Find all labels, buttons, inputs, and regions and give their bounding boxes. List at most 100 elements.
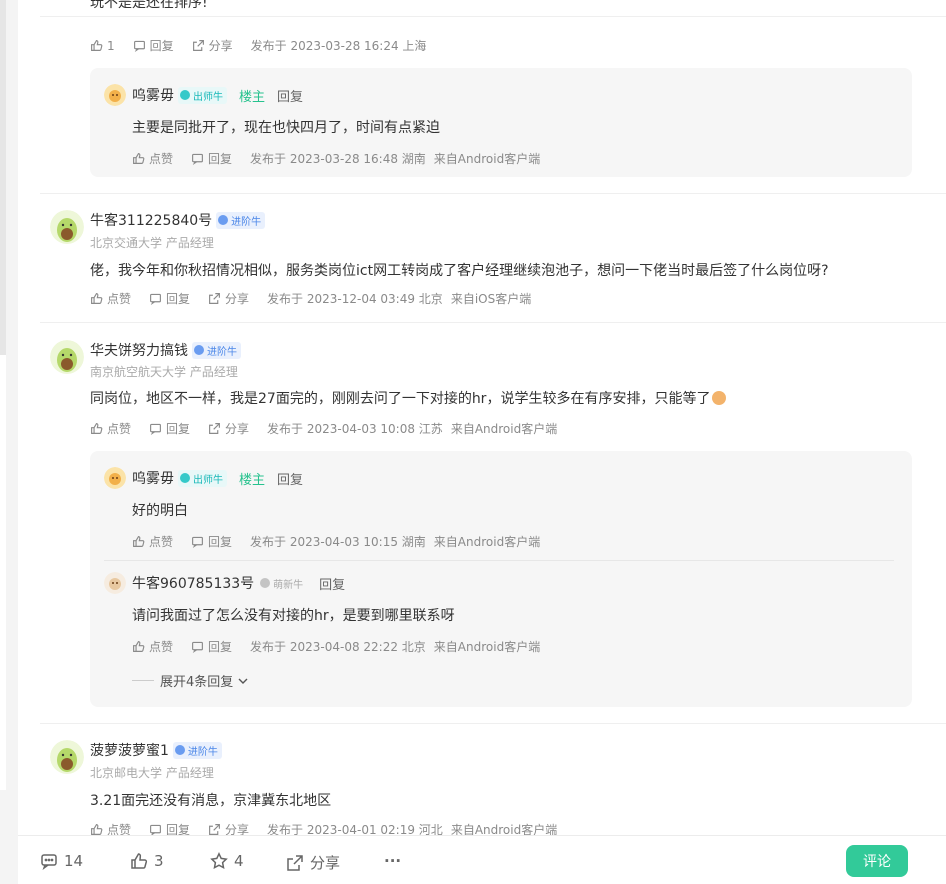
username[interactable]: 华夫饼努力搞钱: [90, 340, 188, 360]
reply-label: 回复: [208, 152, 233, 166]
like-label: 点赞: [107, 422, 132, 436]
comment-icon: [192, 153, 203, 165]
username[interactable]: 牛客311225840号: [90, 210, 212, 230]
like-post-button[interactable]: 3: [130, 852, 164, 870]
level-badge: 进阶牛: [172, 741, 222, 759]
badge-icon: [180, 90, 190, 100]
avatar[interactable]: [104, 572, 126, 594]
comment-text: 佬，我今年和你秋招情况相似，服务类岗位ict网工转岗成了客户经理继续泡池子，想问…: [90, 263, 829, 279]
share-icon: [209, 423, 220, 434]
share-icon: [287, 854, 303, 871]
reply-text: 请问我面过了怎么没有对接的hr，是要到哪里联系呀: [132, 608, 455, 624]
post-meta: 发布于 2023-03-28 16:24 上海: [250, 39, 427, 53]
badge-icon: [260, 578, 271, 588]
like-label: 点赞: [149, 640, 174, 654]
divider: [40, 322, 946, 323]
expand-replies-button[interactable]: 展开4条回复: [132, 671, 249, 690]
more-button[interactable]: ···: [384, 852, 401, 870]
like-button[interactable]: 点赞: [90, 420, 131, 437]
like-button[interactable]: 点赞: [132, 533, 173, 550]
school-info: 北京邮电大学 产品经理: [90, 766, 214, 780]
comment-icon: [41, 854, 57, 870]
level-badge: 进阶牛: [216, 211, 266, 229]
comment-panel: 玩不是是还在排序! 1 回复 分享 发布于 2023-03-28 16:24 上…: [18, 0, 946, 884]
like-button[interactable]: 点赞: [132, 150, 173, 167]
comment-icon: [150, 423, 161, 435]
comment-actions: 点赞 回复 分享 发布于 2023-04-03 10:08 江苏 来自Andro…: [90, 420, 565, 437]
comment-text: 3.21面完还没有消息，京津冀东北地区: [90, 793, 332, 809]
badge-icon: [174, 745, 185, 755]
avatar[interactable]: [104, 467, 126, 489]
client-info: 来自Android客户端: [450, 422, 558, 436]
share-button[interactable]: 分享: [208, 290, 249, 307]
share-label: 分享: [208, 39, 233, 53]
comment-text: 同岗位，地区不一样，我是27面完的，刚刚去问了一下对接的hr，说学生较多在有序安…: [90, 388, 920, 408]
favorite-button[interactable]: 4: [210, 852, 244, 870]
client-info: 来自Android客户端: [433, 152, 541, 166]
thumb-up-icon: [91, 40, 103, 51]
share-label: 分享: [310, 854, 341, 872]
reply-button[interactable]: 回复: [191, 533, 232, 550]
badge-label: 萌新牛: [273, 579, 304, 591]
share-label: 分享: [225, 422, 250, 436]
comment-header: 菠萝菠萝蜜1 进阶牛: [90, 740, 222, 760]
like-button[interactable]: 点赞: [132, 638, 173, 655]
reply-link[interactable]: 回复: [277, 86, 303, 105]
username[interactable]: 呜雾毋: [132, 85, 174, 105]
badge-label: 出师牛: [193, 91, 223, 103]
reply-actions: 点赞 回复 发布于 2023-04-03 10:15 湖南 来自Android客…: [132, 533, 548, 550]
like-count: 1: [107, 38, 115, 53]
thumb-up-icon: [133, 641, 145, 652]
expand-line: [132, 680, 154, 681]
share-label: 分享: [225, 292, 250, 306]
reply-button[interactable]: 回复: [149, 290, 190, 307]
post-meta: 发布于 2023-03-28 16:48 湖南: [250, 152, 426, 166]
avatar[interactable]: [50, 210, 84, 244]
badge-icon: [180, 473, 190, 483]
expand-label: 展开4条回复: [160, 675, 234, 690]
op-tag: 楼主: [239, 472, 266, 488]
like-button[interactable]: 1: [90, 39, 115, 53]
username[interactable]: 牛客960785133号: [132, 573, 254, 593]
left-edge-shadow: [0, 0, 6, 355]
like-button[interactable]: 点赞: [90, 290, 131, 307]
bottom-action-bar: 14 3 4 分享 ··· 评论: [18, 835, 946, 884]
reply-button[interactable]: 回复: [191, 150, 232, 167]
thumb-up-icon: [91, 423, 103, 434]
thumb-up-icon: [131, 853, 148, 869]
username[interactable]: 呜雾毋: [132, 468, 174, 488]
comment-header: 华夫饼努力搞钱 进阶牛: [90, 340, 241, 360]
school-info: 北京交通大学 产品经理: [90, 236, 214, 250]
comment-item: [50, 340, 84, 378]
avatar[interactable]: [50, 340, 84, 374]
thumb-up-icon: [133, 153, 145, 164]
reply-button[interactable]: 回复: [149, 420, 190, 437]
reply-link[interactable]: 回复: [319, 574, 345, 593]
comment-actions: 1 回复 分享 发布于 2023-03-28 16:24 上海: [90, 37, 434, 54]
comment-item: [50, 210, 84, 248]
reply-item: 呜雾毋 出师牛 楼主 回复 主要是同批开了，现在也快四月了，时间有点紧迫 点赞 …: [104, 84, 898, 166]
share-post-button[interactable]: 分享: [286, 852, 340, 873]
reply-link[interactable]: 回复: [277, 469, 303, 488]
avatar[interactable]: [104, 84, 126, 106]
share-button[interactable]: 分享: [208, 420, 249, 437]
comments-count-button[interactable]: 14: [40, 852, 83, 870]
comment-actions: 点赞 回复 分享 发布于 2023-12-04 03:49 北京 来自iOS客户…: [90, 290, 539, 307]
share-button[interactable]: 分享: [192, 37, 233, 54]
client-info: 来自Android客户端: [433, 640, 541, 654]
comments-count: 14: [64, 852, 84, 870]
likes-count: 3: [154, 852, 164, 870]
post-meta: 发布于 2023-04-03 10:08 江苏: [267, 422, 443, 436]
reply-actions: 点赞 回复 发布于 2023-03-28 16:48 湖南 来自Android客…: [132, 150, 548, 167]
school-info: 南京航空航天大学 产品经理: [90, 365, 238, 379]
divider: [40, 193, 946, 194]
divider: [40, 16, 946, 17]
reply-button[interactable]: 回复: [133, 37, 174, 54]
level-badge: 出师牛: [178, 469, 227, 487]
username[interactable]: 菠萝菠萝蜜1: [90, 740, 169, 760]
reply-button[interactable]: 回复: [191, 638, 232, 655]
avatar[interactable]: [50, 740, 84, 774]
reply-item: 牛客960785133号 萌新牛 回复 请问我面过了怎么没有对接的hr，是要到哪…: [104, 572, 898, 654]
comment-button[interactable]: 评论: [846, 845, 908, 877]
level-badge: 进阶牛: [192, 341, 241, 359]
